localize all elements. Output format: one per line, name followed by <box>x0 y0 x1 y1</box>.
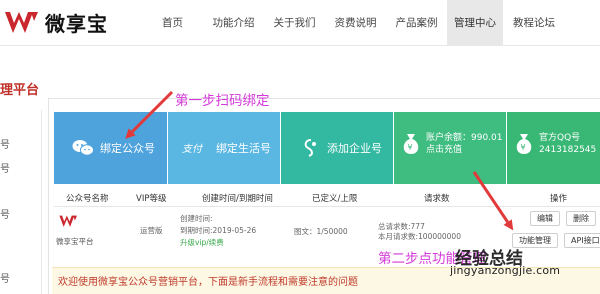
sidebar-item[interactable]: 号 <box>0 160 10 175</box>
nav-about[interactable]: 关于我们 <box>264 0 325 46</box>
qq-label: 官方QQ号 <box>539 133 581 143</box>
qq-number: 2413182545 <box>539 145 597 155</box>
logo-w-icon <box>5 12 38 33</box>
money-bag-icon: ¥ <box>516 134 532 154</box>
nav-features[interactable]: 功能介绍 <box>203 0 264 46</box>
expire-time: 到期时间:2019-05-26 <box>180 226 257 235</box>
edit-button[interactable]: 编辑 <box>530 211 560 226</box>
recharge-link[interactable]: 点击充值 <box>426 144 503 156</box>
logo-text: 微享宝 <box>45 11 108 36</box>
main-nav: 首页 功能介绍 关于我们 资费说明 产品案例 管理中心 教程论坛 <box>142 0 565 46</box>
api-interface-button[interactable]: API接口 <box>564 233 600 248</box>
top-nav-bar: 微享宝 首页 功能介绍 关于我们 资费说明 产品案例 管理中心 教程论坛 <box>0 0 600 46</box>
card-label: 绑定公众号 <box>100 142 155 155</box>
card-add-enterprise[interactable]: 添加企业号 <box>281 112 393 184</box>
table-header: 公众号名称 VIP等级 创建时间/到期时间 已定义/上限 请求数 操作 <box>54 190 600 207</box>
column-header: 请求数 <box>424 194 450 204</box>
card-bind-wechat[interactable]: 绑定公众号 <box>54 112 167 184</box>
enterprise-icon <box>304 139 316 157</box>
column-header: 已定义/上限 <box>312 194 358 204</box>
column-header: 操作 <box>550 194 568 204</box>
logo[interactable]: 微享宝 <box>3 5 108 39</box>
column-header: 创建时间/到期时间 <box>202 194 273 204</box>
column-header: VIP等级 <box>136 194 167 204</box>
card-label: 添加企业号 <box>327 142 382 155</box>
upgrade-vip-link[interactable]: 升级vip/续费 <box>180 237 224 248</box>
nav-cases[interactable]: 产品案例 <box>386 0 447 46</box>
card-account-balance[interactable]: ¥ 账户余额：990.01 点击充值 <box>394 112 506 184</box>
sidebar-item[interactable]: 号 <box>0 206 10 221</box>
sidebar-item[interactable]: 号 <box>0 136 10 151</box>
account-name: 微享宝平台 <box>56 237 94 246</box>
nav-home[interactable]: 首页 <box>142 0 203 46</box>
card-label: 绑定生活号 <box>216 142 271 155</box>
vip-level: 运营版 <box>140 226 163 235</box>
sidebar: 号 号 号 号 <box>0 110 42 294</box>
step1-annotation: 第一步扫码绑定 <box>175 93 270 109</box>
page: 微享宝 首页 功能介绍 关于我们 资费说明 产品案例 管理中心 教程论坛 理平台… <box>0 0 600 294</box>
card-bind-alipay[interactable]: 支付 绑定生活号 <box>168 112 280 184</box>
wechat-icon <box>72 140 94 156</box>
platform-title: 理平台 <box>0 83 40 98</box>
column-header: 公众号名称 <box>66 194 109 204</box>
nav-admin-center[interactable]: 管理中心 <box>447 0 503 46</box>
month-requests: 本月请求数:100000000 <box>378 232 461 241</box>
svg-text:¥: ¥ <box>521 143 526 152</box>
nav-pricing[interactable]: 资费说明 <box>325 0 386 46</box>
delete-button[interactable]: 删除 <box>566 211 596 226</box>
svg-text:¥: ¥ <box>408 143 413 152</box>
card-official-qq[interactable]: ¥ 官方QQ号 2413182545 <box>507 112 600 184</box>
defined-limit: 图文：1/50000 <box>294 227 348 236</box>
notice-text: 欢迎使用微享宝公众号营销平台，下面是新手流程和需要注意的问题 <box>58 277 358 288</box>
svg-text:支付: 支付 <box>182 143 204 155</box>
money-bag-icon: ¥ <box>403 134 419 154</box>
watermark-url: jingyanzongjie.com <box>450 264 561 277</box>
alipay-icon: 支付 <box>182 143 204 155</box>
created-time: 创建时间: <box>180 214 213 223</box>
balance-label: 账户余额：990.01 <box>426 133 503 143</box>
account-logo-icon <box>59 215 77 227</box>
nav-forum[interactable]: 教程论坛 <box>503 0 565 46</box>
sidebar-item[interactable]: 号 <box>0 270 10 285</box>
